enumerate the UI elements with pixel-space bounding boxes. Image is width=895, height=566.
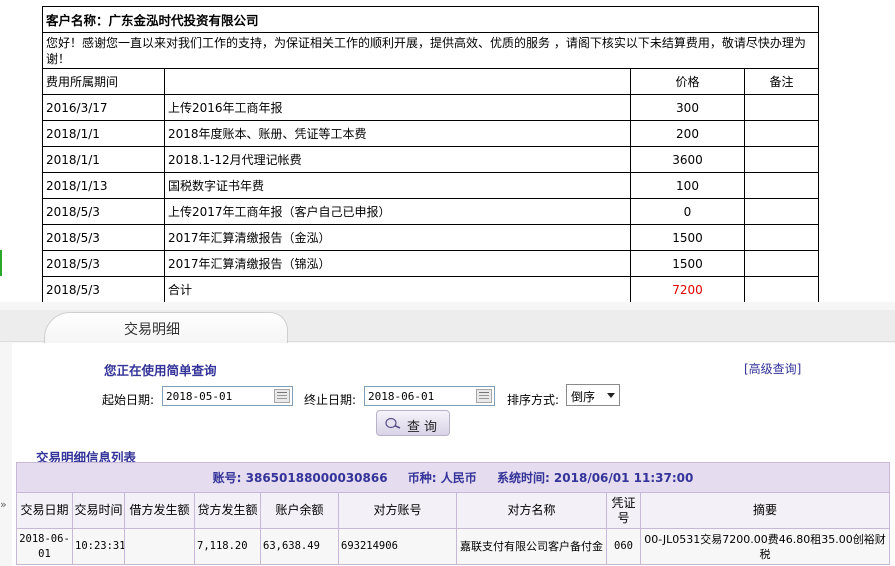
txn-summary: 00-JL0531交易7200.00费46.80租35.00创裕财税 — [639, 528, 891, 565]
sort-order-value: 倒序 — [571, 390, 596, 404]
txn-date: 2018-06-01 — [16, 528, 73, 565]
fee-row: 2018/5/3 2017年汇算清缴报告（锦泓） 1500 — [42, 250, 820, 277]
transaction-header-row: 交易日期 交易时间 借方发生额 贷方发生额 账户余额 对方账号 对方名称 凭证号… — [16, 492, 891, 529]
search-icon — [385, 417, 401, 429]
fee-item: 2018.1-12月代理记帐费 — [164, 146, 631, 173]
txn-debit — [124, 528, 195, 565]
total-label: 合计 — [164, 276, 631, 303]
start-date-label: 起始日期: — [102, 393, 155, 407]
fee-price: 3600 — [630, 146, 745, 173]
fee-row: 2018/5/3 2017年汇算清缴报告（金泓） 1500 — [42, 224, 820, 251]
customer-header-row: 客户名称：广东金泓时代投资有限公司 — [41, 6, 820, 33]
fee-item: 2017年汇算清缴报告（锦泓） — [164, 250, 631, 277]
col-note: 备注 — [743, 68, 820, 95]
col-counter-name: 对方名称 — [456, 492, 607, 529]
left-edge-marker — [0, 250, 2, 276]
fee-item: 国税数字证书年费 — [164, 172, 631, 199]
table-row[interactable]: 2018-06-01 10:23:31 7,118.20 63,638.49 6… — [16, 528, 891, 565]
total-price: 7200 — [630, 276, 745, 303]
fee-price: 300 — [630, 94, 745, 121]
query-mode-title: 您正在使用简单查询 — [104, 363, 217, 378]
fee-date: 2018/5/3 — [42, 224, 165, 251]
fee-price: 200 — [630, 120, 745, 147]
customer-name: 客户名称：广东金泓时代投资有限公司 — [41, 6, 820, 33]
fee-date: 2018/1/13 — [42, 172, 165, 199]
chevron-down-icon — [607, 393, 615, 398]
fee-date: 2018/1/1 — [42, 146, 165, 173]
col-debit: 借方发生额 — [124, 492, 195, 529]
total-date: 2018/5/3 — [42, 276, 165, 303]
col-txn-time: 交易时间 — [72, 492, 125, 529]
fee-row: 2018/1/1 2018.1-12月代理记帐费 3600 — [42, 146, 820, 173]
fee-note — [743, 94, 820, 121]
fee-statement-table: 客户名称：广东金泓时代投资有限公司 您好！感谢您一直以来对我们工作的支持，为保证… — [41, 6, 820, 303]
fee-price: 0 — [630, 198, 745, 225]
fee-note — [743, 224, 820, 251]
fee-date: 2018/5/3 — [42, 250, 165, 277]
sort-order-select[interactable]: 倒序 — [566, 384, 620, 406]
total-row: 2018/5/3 合计 7200 — [42, 276, 820, 303]
sort-order-label: 排序方式: — [507, 393, 560, 407]
end-date-label: 终止日期: — [304, 393, 357, 407]
fee-note — [743, 250, 820, 277]
fee-note — [743, 120, 820, 147]
tab-transaction-details-label[interactable]: 交易明细 — [124, 319, 180, 339]
greeting-row: 您好！感谢您一直以来对我们工作的支持，为保证相关工作的顺利开展，提供高效、优质的… — [41, 32, 820, 69]
collapse-arrow-icon[interactable]: » — [0, 498, 7, 511]
start-date-input[interactable]: 2018-05-01 — [162, 386, 293, 406]
fee-item: 上传2017年工商年报（客户自己已申报） — [164, 198, 631, 225]
end-date-value: 2018-06-01 — [368, 390, 435, 403]
total-note — [743, 276, 820, 303]
fee-row: 2018/1/13 国税数字证书年费 100 — [42, 172, 820, 199]
txn-credit: 7,118.20 — [194, 528, 261, 565]
start-date-value: 2018-05-01 — [166, 390, 233, 403]
fee-price: 100 — [630, 172, 745, 199]
system-time: 系统时间: 2018/06/01 11:37:00 — [496, 471, 694, 485]
account-info-row: 账号: 38650188000030866 币种: 人民币 系统时间: 2018… — [15, 462, 891, 493]
txn-counter-name: 嘉联支付有限公司客户备付金 — [456, 528, 607, 565]
txn-voucher: 060 — [606, 528, 641, 565]
fee-price: 1500 — [630, 224, 745, 251]
calendar-icon[interactable] — [274, 389, 290, 403]
query-button-label: 查询 — [407, 420, 442, 435]
calendar-icon[interactable] — [476, 389, 492, 403]
fee-row: 2016/3/17 上传2016年工商年报 300 — [42, 94, 820, 121]
advanced-query-link[interactable]: [高级查询] — [744, 360, 801, 377]
column-header-row: 费用所属期间 价格 备注 — [42, 68, 820, 95]
fee-note — [743, 198, 820, 225]
fee-date: 2018/5/3 — [42, 198, 165, 225]
txn-balance: 63,638.49 — [260, 528, 339, 565]
transaction-table: 账号: 38650188000030866 币种: 人民币 系统时间: 2018… — [15, 462, 891, 565]
fee-row: 2018/5/3 上传2017年工商年报（客户自己已申报） 0 — [42, 198, 820, 225]
fee-date: 2016/3/17 — [42, 94, 165, 121]
col-counter-account: 对方账号 — [338, 492, 457, 529]
col-item — [164, 68, 631, 95]
col-balance: 账户余额 — [260, 492, 339, 529]
account-info-cell: 账号: 38650188000030866 币种: 人民币 系统时间: 2018… — [15, 462, 891, 493]
fee-item: 2018年度账本、账册、凭证等工本费 — [164, 120, 631, 147]
col-period: 费用所属期间 — [42, 68, 165, 95]
col-summary: 摘要 — [639, 492, 891, 529]
fee-price: 1500 — [630, 250, 745, 277]
fee-item: 上传2016年工商年报 — [164, 94, 631, 121]
fee-date: 2018/1/1 — [42, 120, 165, 147]
col-credit: 贷方发生额 — [194, 492, 261, 529]
fee-note — [743, 172, 820, 199]
col-voucher: 凭证号 — [606, 492, 641, 529]
currency: 币种: 人民币 — [407, 471, 477, 485]
fee-item: 2017年汇算清缴报告（金泓） — [164, 224, 631, 251]
fee-row: 2018/1/1 2018年度账本、账册、凭证等工本费 200 — [42, 120, 820, 147]
txn-time: 10:23:31 — [72, 528, 125, 565]
txn-counter-account: 693214906 — [338, 528, 457, 565]
greeting-text: 您好！感谢您一直以来对我们工作的支持，为保证相关工作的顺利开展，提供高效、优质的… — [41, 32, 820, 69]
end-date-input[interactable]: 2018-06-01 — [364, 386, 495, 406]
fee-note — [743, 146, 820, 173]
query-button[interactable]: 查询 — [376, 410, 450, 436]
account-number: 账号: 38650188000030866 — [212, 471, 388, 485]
col-price: 价格 — [630, 68, 745, 95]
col-txn-date: 交易日期 — [16, 492, 73, 529]
